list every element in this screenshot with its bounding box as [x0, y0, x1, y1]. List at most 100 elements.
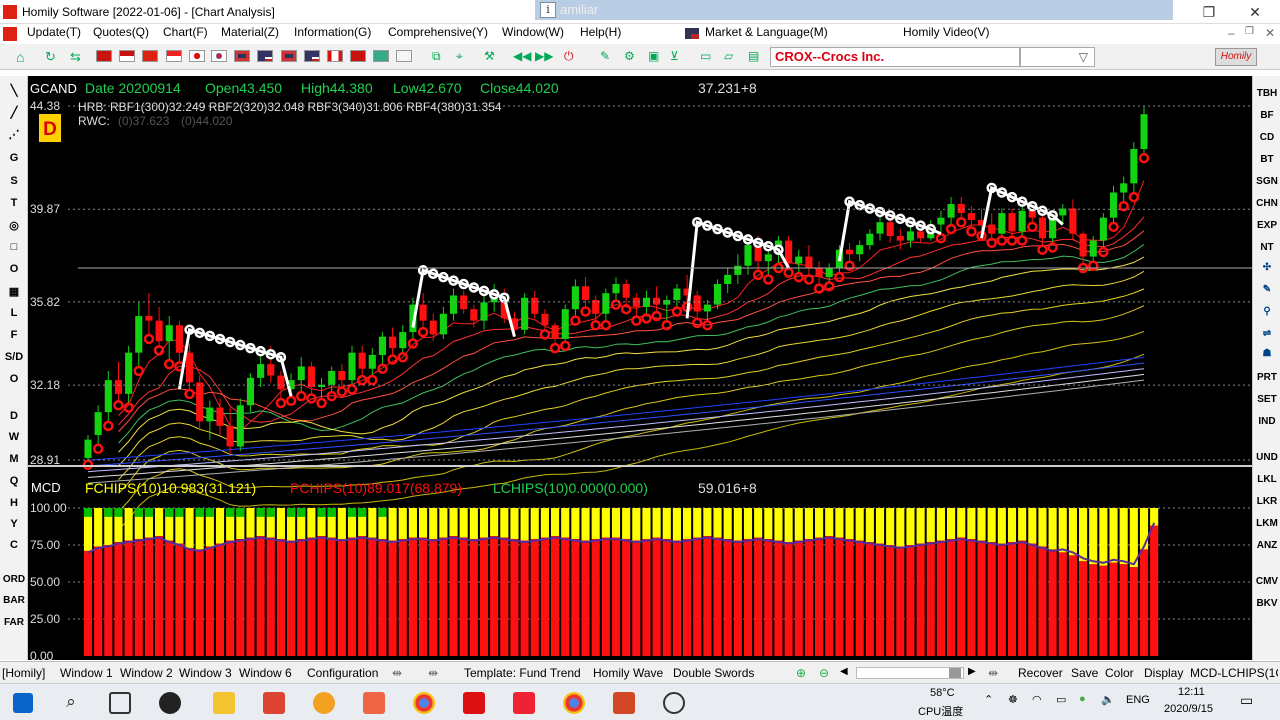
indicator-label[interactable]: MCD-LCHIPS(1C	[1190, 666, 1278, 680]
mdi-minimize-button[interactable]: –	[1228, 26, 1235, 40]
right-lkr[interactable]: LKR	[1253, 496, 1280, 507]
candle-body[interactable]	[805, 256, 813, 269]
binoculars-icon[interactable]: ⚲	[1253, 306, 1280, 317]
candle-body[interactable]	[419, 304, 427, 321]
left-c[interactable]: C	[0, 539, 28, 551]
candle-body[interactable]	[1140, 114, 1148, 150]
app3-icon[interactable]	[363, 692, 385, 714]
candle-body[interactable]	[277, 375, 285, 390]
search-icon[interactable]: ⌕	[60, 692, 82, 714]
flag-misc-icon[interactable]	[396, 50, 412, 62]
menu-window[interactable]: Window(W)	[502, 25, 564, 39]
right-set[interactable]: SET	[1253, 394, 1280, 405]
candle-body[interactable]	[795, 256, 803, 264]
candle-body[interactable]	[937, 217, 945, 225]
right-bf[interactable]: BF	[1253, 110, 1280, 121]
candle-body[interactable]	[307, 366, 315, 388]
candle-body[interactable]	[348, 352, 356, 381]
candle-body[interactable]	[480, 302, 488, 321]
candle-body[interactable]	[521, 297, 529, 330]
candle-body[interactable]	[653, 297, 661, 305]
left-far[interactable]: FAR	[0, 617, 28, 628]
notification-icon[interactable]: ▭	[1240, 692, 1253, 709]
display-button[interactable]: Display	[1144, 666, 1183, 680]
left-o[interactable]: O	[0, 263, 28, 275]
candle-body[interactable]	[429, 320, 437, 335]
homily-app-icon[interactable]	[463, 692, 485, 714]
double-swords-button[interactable]: Double Swords	[673, 666, 754, 680]
menu-information[interactable]: Information(G)	[294, 25, 371, 39]
candle-body[interactable]	[856, 245, 864, 255]
candle-body[interactable]	[1059, 208, 1067, 216]
candle-body[interactable]	[389, 336, 397, 349]
flag-ca-icon[interactable]	[327, 50, 343, 62]
file-explorer-icon[interactable]	[213, 692, 235, 714]
candle-body[interactable]	[896, 235, 904, 241]
menu-help[interactable]: Help(H)	[580, 25, 621, 39]
candle-body[interactable]	[917, 231, 925, 239]
candle-body[interactable]	[216, 407, 224, 426]
right-prt[interactable]: PRT	[1253, 372, 1280, 383]
homily-wave-button[interactable]: Homily Wave	[593, 666, 663, 680]
right-ind[interactable]: IND	[1253, 416, 1280, 427]
candle-body[interactable]	[175, 325, 183, 353]
tray-green-icon[interactable]: ●	[1079, 693, 1086, 705]
right-tbh[interactable]: TBH	[1253, 88, 1280, 99]
flag-ch-icon[interactable]	[350, 50, 366, 62]
flag-my-icon[interactable]	[119, 50, 135, 62]
candle-body[interactable]	[378, 336, 387, 355]
menu-market-language[interactable]: Market & Language(M)	[705, 25, 828, 39]
chart-area[interactable]: 100.00 75.00 50.00 25.00 0.00 44.38 39.87 35.8…	[28, 76, 1252, 660]
left-h[interactable]: H	[0, 497, 28, 509]
tool-icon[interactable]: ⚒	[484, 49, 500, 64]
candle-body[interactable]	[845, 249, 854, 255]
candle-body[interactable]	[531, 297, 539, 314]
candle-body[interactable]	[470, 309, 478, 321]
mdi-restore-button[interactable]: ❐	[1245, 26, 1254, 37]
candle-body[interactable]	[135, 316, 143, 353]
flag-us-icon[interactable]	[257, 50, 273, 62]
color-button[interactable]: Color	[1105, 666, 1134, 680]
candle-body[interactable]	[967, 213, 975, 220]
line-tool-icon[interactable]: ╲	[0, 84, 28, 97]
left-ord[interactable]: ORD	[0, 574, 28, 585]
candle-body[interactable]	[196, 382, 204, 422]
candle-body[interactable]	[1028, 210, 1036, 218]
candle-body[interactable]	[165, 325, 173, 342]
candle-body[interactable]	[886, 222, 894, 236]
rect-tool-icon[interactable]: □	[0, 241, 28, 253]
right-chn[interactable]: CHN	[1253, 198, 1280, 209]
candle-body[interactable]	[602, 293, 610, 314]
candle-body[interactable]	[1130, 149, 1138, 184]
candle-body[interactable]	[744, 245, 752, 266]
powerpoint-icon[interactable]	[613, 692, 635, 714]
save-button[interactable]: Save	[1071, 666, 1098, 680]
split3-icon[interactable]: ⇹	[988, 666, 998, 680]
split2-icon[interactable]: ⇹	[428, 666, 438, 680]
next-icon[interactable]: ▶▶	[535, 49, 553, 64]
candle-body[interactable]	[1069, 208, 1077, 234]
window-tab-3[interactable]: Window 3	[179, 666, 232, 680]
clock-date[interactable]: 2020/9/15	[1164, 703, 1213, 715]
candle-body[interactable]	[825, 268, 833, 278]
candle-body[interactable]	[622, 284, 630, 298]
candle-body[interactable]	[703, 304, 711, 312]
task-view-icon[interactable]	[109, 692, 131, 714]
refresh-icon[interactable]: ↻	[45, 49, 61, 64]
zoom-in-icon[interactable]: ⊕	[796, 666, 806, 680]
flag-cn-icon[interactable]	[142, 50, 158, 62]
right-und[interactable]: UND	[1253, 452, 1280, 463]
right-lkm[interactable]: LKM	[1253, 518, 1280, 529]
right-bkv[interactable]: BKV	[1253, 598, 1280, 609]
candle-body[interactable]	[1109, 192, 1118, 218]
template-label[interactable]: Template: Fund Trend	[464, 666, 581, 680]
menu-quotes[interactable]: Quotes(Q)	[93, 25, 149, 39]
candle-body[interactable]	[876, 222, 884, 234]
flag-br-icon[interactable]	[373, 50, 389, 62]
horizontal-scrollbar[interactable]	[856, 667, 964, 679]
window-icon[interactable]: ▣	[648, 49, 664, 64]
candle-body[interactable]	[84, 439, 92, 458]
windows-start-icon[interactable]	[13, 693, 33, 713]
left-l[interactable]: L	[0, 307, 28, 319]
scroll-left-icon[interactable]: ◀	[840, 666, 848, 677]
